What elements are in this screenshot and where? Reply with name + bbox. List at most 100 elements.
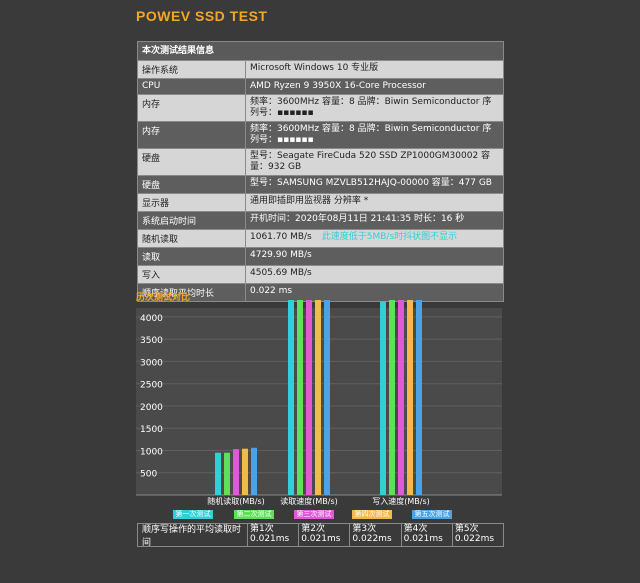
avg-time-cell: 第5次 0.022ms — [453, 524, 503, 546]
info-note: 此速度低于5MB/s时抖状图不显示 — [321, 232, 458, 242]
avg-time-table: 顺序写操作的平均读取时间 第1次 0.021ms 第2次 0.021ms 第3次 0.02… — [137, 523, 504, 548]
info-rows: 操作系统 Microsoft Windows 10 专业版 CPU AMD Ryzen… — [138, 61, 503, 301]
bar — [242, 448, 248, 495]
info-header: 本次测试结果信息 — [138, 42, 503, 61]
info-key: 显示器 — [138, 194, 246, 211]
info-value-text: 0.022 ms — [250, 286, 293, 296]
info-value: 1061.70 MB/s 此速度低于5MB/s时抖状图不显示 — [246, 230, 503, 247]
avg-time-run: 第2次 — [301, 524, 325, 534]
category-label: 读取速度(MB/s) — [280, 496, 338, 506]
info-key: 系统启动时间 — [138, 212, 246, 229]
info-row: 内存 频率：3600MHz 容量：8 品牌：Biwin Semiconductor… — [138, 95, 503, 122]
bar — [380, 301, 386, 495]
bar — [306, 300, 312, 495]
info-row: 随机读取 1061.70 MB/s 此速度低于5MB/s时抖状图不显示 — [138, 230, 503, 248]
info-value-text: 1061.70 MB/s — [250, 232, 312, 242]
legend-item: 第四次测试 — [352, 510, 392, 519]
avg-time-value: 0.021ms — [403, 534, 443, 544]
avg-time-run: 第3次 — [352, 524, 377, 534]
y-tick-label: 3500 — [140, 336, 163, 346]
info-key: 写入 — [138, 266, 246, 283]
info-row: 显示器 通用即插即用监视器 分辨率 * — [138, 194, 503, 212]
bar — [233, 449, 239, 495]
info-row: 顺序读取平均时长 0.022 ms — [138, 284, 503, 301]
y-tick-label: 1000 — [140, 447, 163, 457]
info-value: 0.022 ms — [246, 284, 503, 301]
info-row: 硬盘 型号：Seagate FireCuda 520 SSD ZP1000GM30… — [138, 149, 503, 176]
avg-time-cell: 第3次 0.022ms — [350, 524, 402, 546]
bar — [224, 452, 230, 495]
info-value: Microsoft Windows 10 专业版 — [246, 61, 503, 78]
y-tick-label: 500 — [140, 470, 157, 480]
avg-time-cell: 第1次 0.021ms — [248, 524, 300, 546]
info-row: 硬盘 型号：SAMSUNG MZVLB512HAJQ-00000 容量：477 G… — [138, 176, 503, 194]
info-value: AMD Ryzen 9 3950X 16-Core Processor — [246, 79, 503, 94]
info-key: CPU — [138, 79, 246, 94]
avg-time-cell: 第2次 0.021ms — [299, 524, 351, 546]
info-table: 本次测试结果信息 操作系统 Microsoft Windows 10 专业版 CPU… — [137, 41, 504, 302]
bar — [416, 300, 422, 495]
avg-time-value: 0.022ms — [352, 534, 392, 544]
info-value: 型号：Seagate FireCuda 520 SSD ZP1000GM3000… — [246, 149, 503, 175]
info-row: 读取 4729.90 MB/s — [138, 248, 503, 266]
info-value-text: 频率：3600MHz 容量：8 品牌：Biwin Semiconductor 序… — [250, 124, 492, 145]
y-tick-label: 2000 — [140, 403, 163, 413]
info-value: 频率：3600MHz 容量：8 品牌：Biwin Semiconductor 序… — [246, 122, 503, 148]
avg-time-value: 0.021ms — [250, 534, 290, 544]
bar — [398, 300, 404, 495]
avg-time-value: 0.022ms — [454, 534, 495, 544]
info-key: 读取 — [138, 248, 246, 265]
avg-time-run: 第5次 — [454, 524, 479, 534]
info-key: 内存 — [138, 122, 246, 148]
bar — [324, 300, 330, 495]
bar — [215, 452, 221, 495]
info-value-text: 型号：Seagate FireCuda 520 SSD ZP1000GM3000… — [250, 151, 491, 172]
page-title: POWEV SSD TEST — [136, 8, 268, 24]
info-value: 开机时间：2020年08月11日 21:41:35 时长：16 秒 — [246, 212, 503, 229]
avg-time-label: 顺序写操作的平均读取时间 — [138, 524, 248, 548]
avg-time-run: 第1次 — [250, 524, 274, 534]
bar — [389, 300, 395, 495]
avg-time-run: 第4次 — [403, 524, 428, 534]
legend-item: 第五次测试 — [412, 510, 452, 519]
info-row: CPU AMD Ryzen 9 3950X 16-Core Processor — [138, 79, 503, 95]
y-tick-label: 4000 — [140, 314, 163, 324]
info-key: 随机读取 — [138, 230, 246, 247]
info-value: 4505.69 MB/s — [246, 266, 503, 283]
info-row: 系统启动时间 开机时间：2020年08月11日 21:41:35 时长：16 秒 — [138, 212, 503, 230]
info-value-text: 开机时间：2020年08月11日 21:41:35 时长：16 秒 — [250, 214, 465, 224]
info-key: 内存 — [138, 95, 246, 121]
legend-item: 第三次测试 — [294, 510, 334, 519]
info-value: 型号：SAMSUNG MZVLB512HAJQ-00000 容量：477 GB — [246, 176, 503, 193]
info-value-text: Microsoft Windows 10 专业版 — [250, 63, 379, 73]
category-label: 随机读取(MB/s) — [207, 496, 265, 506]
legend-item: 第一次测试 — [173, 510, 213, 519]
legend-item: 第二次测试 — [234, 510, 274, 519]
info-value-text: 4729.90 MB/s — [250, 250, 312, 260]
bar — [288, 300, 294, 495]
info-row: 写入 4505.69 MB/s — [138, 266, 503, 284]
y-tick-label: 1500 — [140, 425, 163, 435]
info-key: 操作系统 — [138, 61, 246, 78]
info-key: 硬盘 — [138, 176, 246, 193]
info-value: 通用即插即用监视器 分辨率 * — [246, 194, 503, 211]
info-value-text: 通用即插即用监视器 分辨率 * — [250, 196, 369, 206]
bar — [407, 300, 413, 495]
y-tick-label: 3000 — [140, 358, 163, 368]
avg-time-cell: 第4次 0.021ms — [402, 524, 453, 546]
info-row: 操作系统 Microsoft Windows 10 专业版 — [138, 61, 503, 79]
info-value: 频率：3600MHz 容量：8 品牌：Biwin Semiconductor 序… — [246, 95, 503, 121]
info-row: 内存 频率：3600MHz 容量：8 品牌：Biwin Semiconductor… — [138, 122, 503, 149]
bar — [315, 300, 321, 495]
avg-time-value: 0.021ms — [301, 534, 341, 544]
info-value-text: 4505.69 MB/s — [250, 268, 312, 278]
info-value: 4729.90 MB/s — [246, 248, 503, 265]
history-chart: 500 1000 1500 2000 2500 3000 3500 4000 随机读取(MB/… — [136, 300, 502, 506]
y-tick-label: 2500 — [140, 381, 163, 391]
info-value-text: 型号：SAMSUNG MZVLB512HAJQ-00000 容量：477 GB — [250, 178, 492, 188]
info-key: 硬盘 — [138, 149, 246, 175]
info-value-text: 频率：3600MHz 容量：8 品牌：Biwin Semiconductor 序… — [250, 97, 492, 118]
bar — [297, 300, 303, 495]
bar — [251, 447, 257, 495]
category-label: 写入速度(MB/s) — [372, 496, 430, 506]
